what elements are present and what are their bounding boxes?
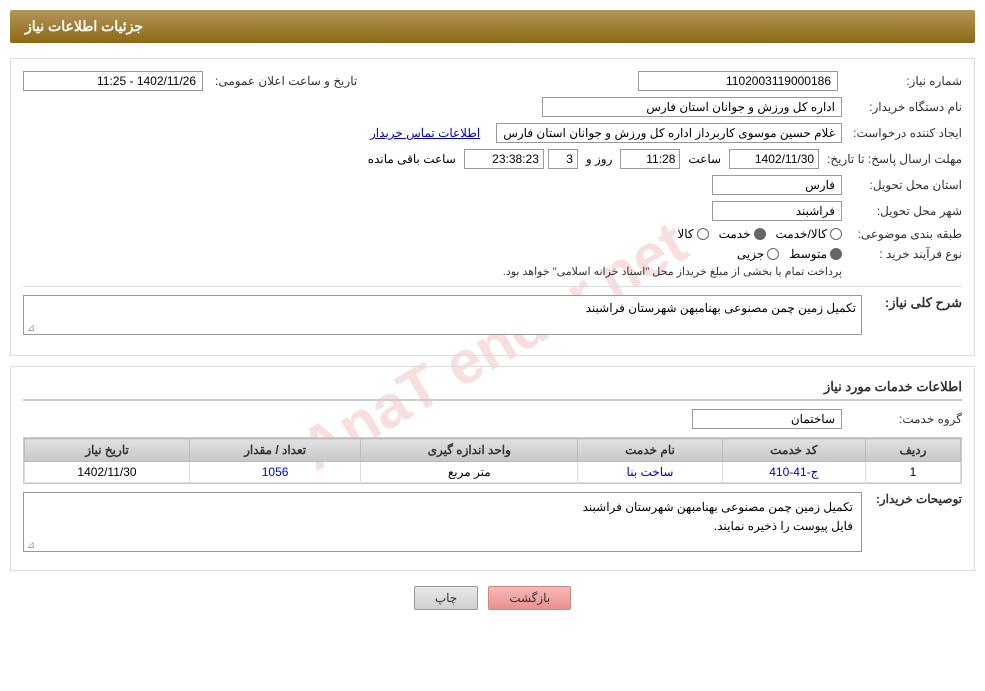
date-time-label: تاریخ و ساعت اعلان عمومی:: [207, 74, 357, 88]
category-goods-service-radio: [830, 228, 842, 240]
city-label: شهر محل تحویل:: [842, 204, 962, 218]
services-section-title: اطلاعات خدمات مورد نیاز: [23, 379, 962, 401]
service-group-label: گروه خدمت:: [842, 412, 962, 426]
purchase-partial-option: جزیی: [737, 247, 779, 261]
page-title: جزئیات اطلاعات نیاز: [25, 18, 143, 34]
buyer-dept-label: نام دستگاه خریدار:: [842, 100, 962, 114]
cell-qty: 1056: [190, 462, 361, 483]
purchase-partial-label: جزیی: [737, 247, 764, 261]
table-row: 1 ج-41-410 ساخت بنا متر مربع 1056 1402/1…: [25, 462, 961, 483]
buyer-notes-line2: فایل پیوست را ذخیره نمایند.: [32, 517, 853, 536]
deadline-date: 1402/11/30: [729, 149, 819, 169]
col-service-name: نام خدمت: [578, 439, 722, 462]
category-label: طبقه بندی موضوعی:: [842, 227, 962, 241]
buyer-desc-resize-icon: ⊿: [23, 540, 35, 552]
need-desc-value: تکمیل زمین چمن مصنوعی بهنامبهن شهرستان ف…: [23, 295, 862, 335]
deadline-time-label: ساعت: [688, 152, 721, 166]
date-time-value: 1402/11/26 - 11:25: [23, 71, 203, 91]
buyer-notes-value: تکمیل زمین چمن مصنوعی بهنامبهن شهرستان ف…: [23, 492, 862, 552]
buyer-notes-label: توصیحات خریدار:: [862, 492, 962, 506]
category-goods-service-option: کالا/خدمت: [776, 227, 842, 241]
category-service-label: خدمت: [719, 227, 751, 241]
category-service-option: خدمت: [719, 227, 766, 241]
cell-row-num: 1: [865, 462, 960, 483]
category-goods-option: کالا: [677, 227, 708, 241]
deadline-days: 3: [548, 149, 578, 169]
col-need-date: تاریخ نیاز: [25, 439, 190, 462]
deadline-label: مهلت ارسال پاسخ: تا تاریخ:: [819, 152, 962, 166]
need-number-label: شماره نیاز:: [842, 74, 962, 88]
need-number-value: 1102003119000186: [638, 71, 838, 91]
deadline-remaining: 23:38:23: [464, 149, 544, 169]
cell-service-name: ساخت بنا: [578, 462, 722, 483]
deadline-days-label: روز و: [586, 152, 613, 166]
col-service-code: کد خدمت: [722, 439, 865, 462]
services-table: ردیف کد خدمت نام خدمت واحد اندازه گیری ت…: [23, 437, 962, 484]
desc-resize-icon: ⊿: [23, 323, 35, 335]
creator-label: ایجاد کننده درخواست:: [842, 126, 962, 140]
back-button[interactable]: بازگشت: [488, 586, 571, 610]
need-desc-label: شرح کلی نیاز:: [862, 295, 962, 311]
category-service-radio: [754, 228, 766, 240]
city-value: فراشبند: [712, 201, 842, 221]
deadline-time: 11:28: [620, 149, 680, 169]
action-buttons: بازگشت چاپ: [10, 586, 975, 625]
purchase-medium-option: متوسط: [789, 247, 842, 261]
cell-service-code: ج-41-410: [722, 462, 865, 483]
province-value: فارس: [712, 175, 842, 195]
buyer-notes-line1: تکمیل زمین چمن مصنوعی بهنامبهن شهرستان ف…: [32, 498, 853, 517]
category-goods-label: کالا: [677, 227, 693, 241]
col-row-num: ردیف: [865, 439, 960, 462]
col-unit: واحد اندازه گیری: [361, 439, 578, 462]
cell-need-date: 1402/11/30: [25, 462, 190, 483]
category-goods-radio: [697, 228, 709, 240]
print-button[interactable]: چاپ: [414, 586, 478, 610]
purchase-partial-radio: [767, 248, 779, 260]
deadline-remaining-label: ساعت باقی مانده: [368, 152, 456, 166]
service-group-value: ساختمان: [692, 409, 842, 429]
creator-value: غلام حسین موسوی کاربرداز اداره کل ورزش و…: [496, 123, 842, 143]
col-qty: تعداد / مقدار: [190, 439, 361, 462]
purchase-type-label: نوع فرآیند خرید :: [842, 247, 962, 261]
cell-unit: متر مربع: [361, 462, 578, 483]
contact-link[interactable]: اطلاعات تماس خریدار: [370, 126, 480, 140]
province-label: استان محل تحویل:: [842, 178, 962, 192]
purchase-medium-radio: [830, 248, 842, 260]
page-header: جزئیات اطلاعات نیاز: [10, 10, 975, 43]
buyer-dept-value: اداره کل ورزش و جوانان استان فارس: [542, 97, 842, 117]
category-goods-service-label: کالا/خدمت: [776, 227, 827, 241]
purchase-note: پرداخت تمام یا بخشی از مبلغ خریداز محل "…: [503, 265, 842, 278]
purchase-medium-label: متوسط: [789, 247, 827, 261]
